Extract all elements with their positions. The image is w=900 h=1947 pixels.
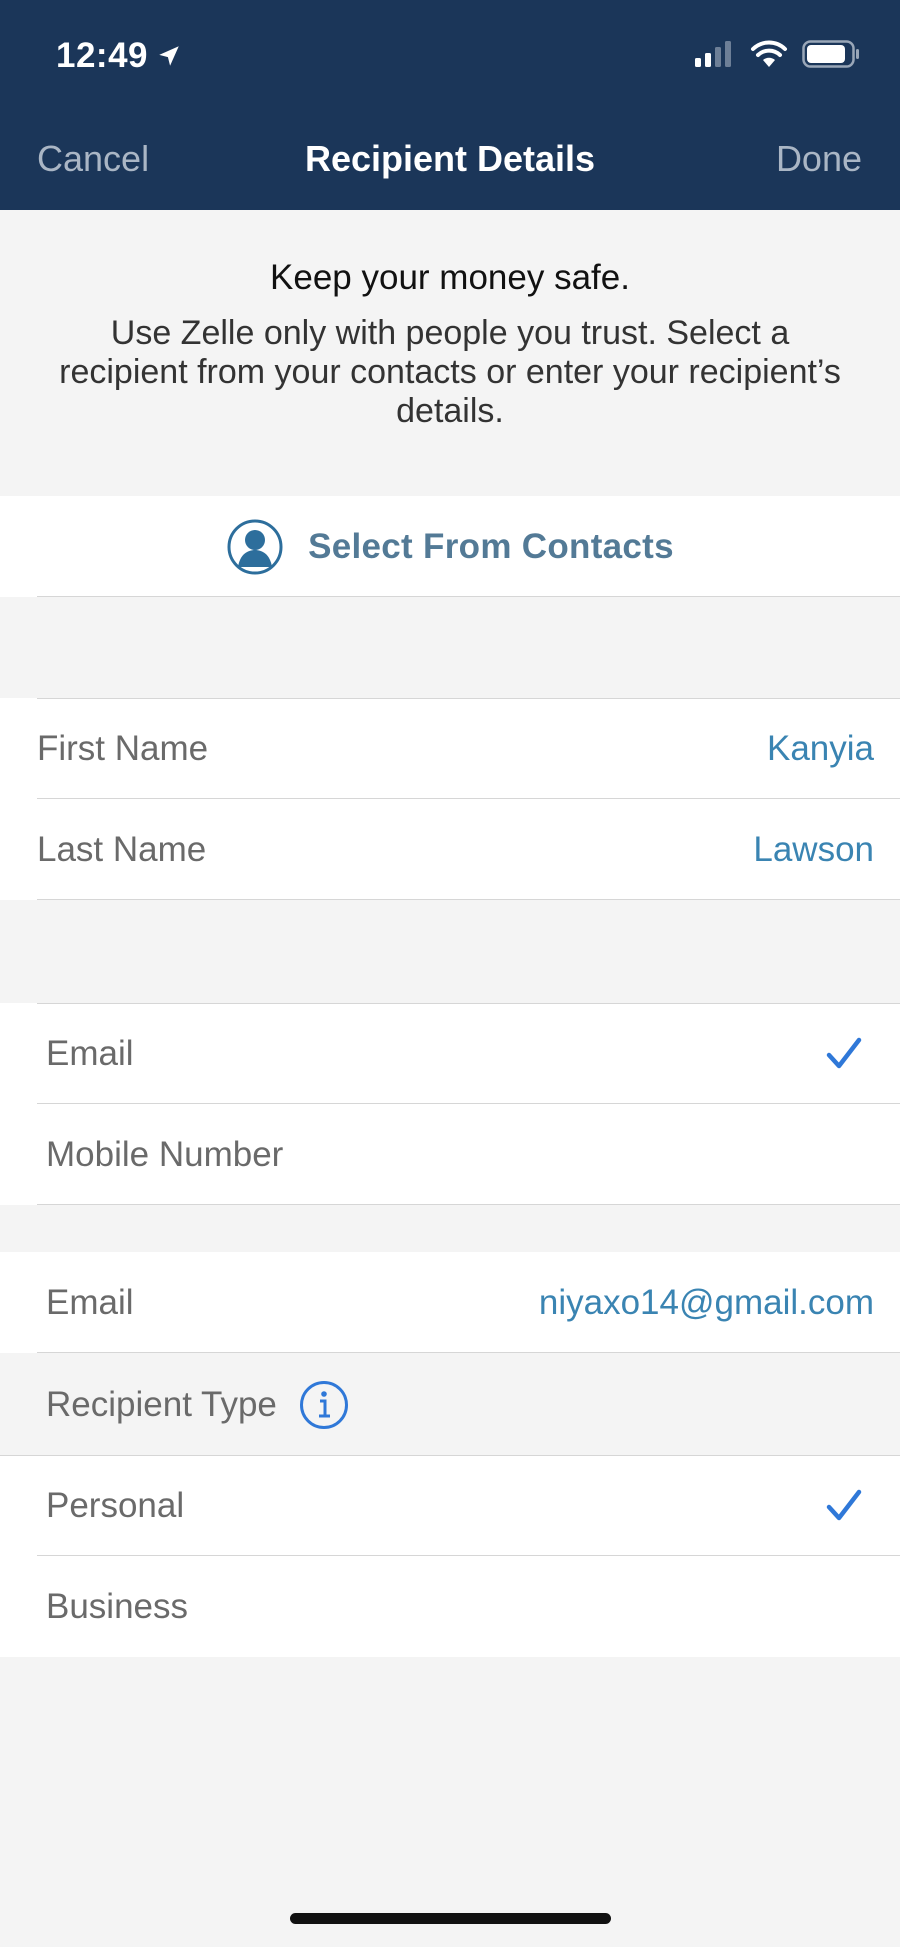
- battery-icon: [802, 40, 859, 68]
- contact-person-icon: [227, 519, 283, 574]
- wifi-icon: [751, 40, 787, 67]
- email-group: Email niyaxo14@gmail.com: [0, 1252, 900, 1353]
- email-field[interactable]: Email niyaxo14@gmail.com: [0, 1252, 900, 1353]
- safety-body: Use Zelle only with people you trust. Se…: [59, 314, 841, 430]
- home-indicator[interactable]: [290, 1913, 611, 1924]
- business-label: Business: [46, 1586, 189, 1626]
- done-button[interactable]: Done: [776, 138, 862, 180]
- method-email-option[interactable]: Email: [0, 1003, 900, 1104]
- recipient-type-header: Recipient Type: [0, 1354, 900, 1455]
- checkmark-icon: [826, 1489, 862, 1520]
- name-group: First Name Kanyia Last Name Lawson: [0, 698, 900, 900]
- status-time: 12:49: [56, 36, 182, 76]
- first-name-value: Kanyia: [766, 728, 874, 768]
- business-option[interactable]: Business: [0, 1556, 900, 1657]
- method-mobile-label: Mobile Number: [46, 1134, 284, 1174]
- email-value: niyaxo14@gmail.com: [538, 1282, 874, 1322]
- cancel-button[interactable]: Cancel: [37, 138, 149, 180]
- recipient-type-label: Recipient Type: [46, 1384, 277, 1424]
- recipient-type-group: Personal Business: [0, 1455, 900, 1657]
- select-from-contacts-label: Select From Contacts: [308, 526, 674, 566]
- nav-bar: Cancel Recipient Details Done: [0, 130, 900, 190]
- header: 12:49 Cancel Recipient Details Done: [0, 0, 900, 210]
- email-label: Email: [46, 1282, 134, 1322]
- last-name-value: Lawson: [753, 829, 874, 869]
- select-from-contacts-button[interactable]: Select From Contacts: [0, 496, 900, 597]
- status-icons: [694, 40, 860, 68]
- checkmark-icon: [826, 1037, 862, 1068]
- signal-icon: [695, 41, 731, 67]
- last-name-field[interactable]: Last Name Lawson: [0, 799, 900, 900]
- method-email-label: Email: [46, 1033, 134, 1073]
- personal-option[interactable]: Personal: [0, 1455, 900, 1556]
- divider: [37, 596, 900, 597]
- first-name-label: First Name: [37, 728, 209, 768]
- location-arrow-icon: [159, 46, 179, 66]
- first-name-field[interactable]: First Name Kanyia: [0, 698, 900, 799]
- method-mobile-option[interactable]: Mobile Number: [0, 1104, 900, 1205]
- safety-notice: Keep your money safe. Use Zelle only wit…: [0, 256, 900, 431]
- safety-heading: Keep your money safe.: [270, 258, 630, 297]
- contact-method-group: Email Mobile Number: [0, 1003, 900, 1205]
- personal-label: Personal: [46, 1485, 185, 1525]
- info-icon[interactable]: [299, 1380, 349, 1430]
- last-name-label: Last Name: [37, 829, 207, 869]
